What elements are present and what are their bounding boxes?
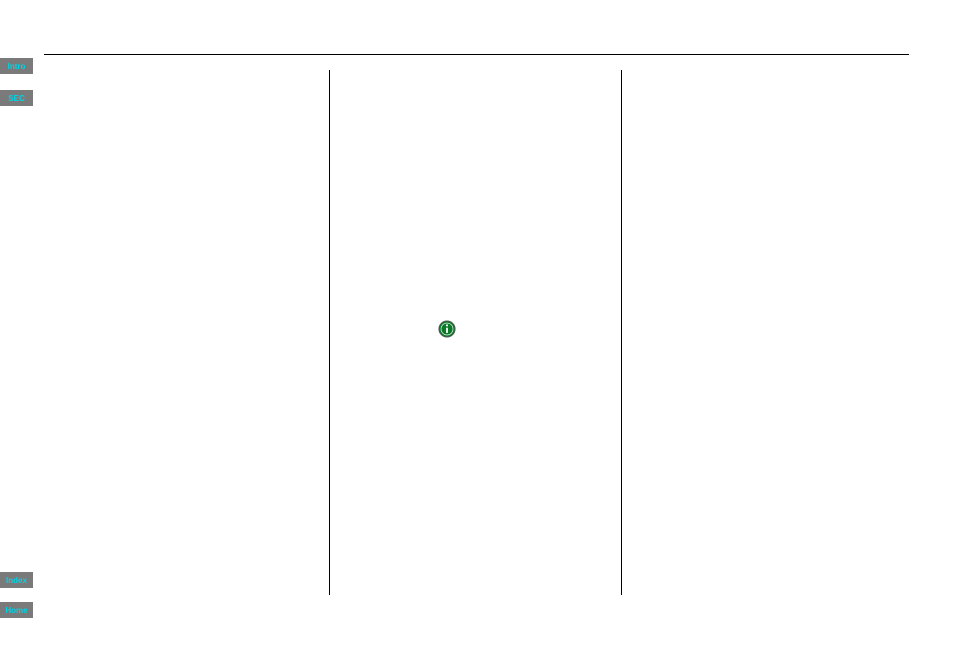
sidebar-tab-intro[interactable]: Intro	[0, 58, 33, 74]
main-table-area	[44, 70, 909, 595]
info-icon[interactable]	[438, 320, 456, 338]
sidebar-tab-index[interactable]: Index	[0, 572, 33, 588]
column-divider-2	[621, 70, 622, 595]
sidebar-tab-sec[interactable]: SEC	[0, 90, 33, 106]
top-divider	[44, 54, 909, 55]
sidebar-tab-home[interactable]: Home	[0, 602, 33, 618]
column-divider-1	[329, 70, 330, 595]
